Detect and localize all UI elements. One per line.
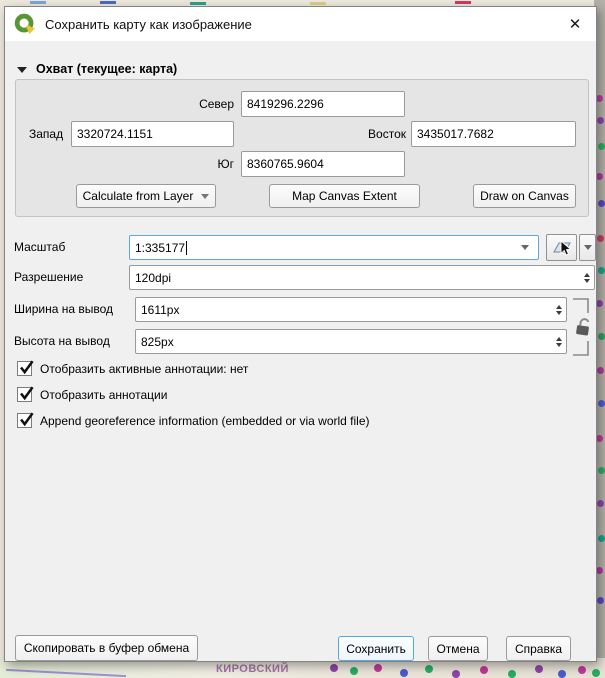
help-button[interactable]: Справка [506, 636, 571, 661]
east-input[interactable] [411, 121, 576, 147]
resolution-label: Разрешение [14, 265, 83, 290]
extent-header-label: Охват (текущее: карта) [36, 62, 177, 76]
east-label: Восток [335, 121, 406, 147]
scale-label: Масштаб [14, 235, 65, 260]
close-icon[interactable]: ✕ [554, 7, 596, 41]
south-input[interactable] [241, 151, 405, 177]
checkbox-label: Отобразить аннотации [40, 387, 167, 403]
text-caret [186, 241, 187, 255]
output-width-spinbox[interactable]: 1611px [135, 297, 567, 322]
scale-combobox[interactable]: 1:335177 [129, 235, 539, 260]
chevron-down-icon [584, 245, 592, 250]
checkbox-checked-icon[interactable] [17, 413, 32, 428]
map-canvas-extent-label: Map Canvas Extent [292, 189, 397, 203]
draw-on-canvas-label: Draw on Canvas [480, 189, 569, 203]
unlock-icon [576, 318, 590, 335]
checkbox-row-georeference[interactable]: Append georeference information (embedde… [17, 413, 370, 429]
north-input[interactable] [241, 91, 405, 117]
output-height-label: Высота на вывод [14, 329, 110, 354]
map-cursor-icon [551, 237, 573, 259]
checkbox-row-active-annotations[interactable]: Отобразить активные аннотации: нет [17, 361, 248, 377]
scale-options-dropdown-button[interactable] [579, 234, 596, 261]
extent-section-header[interactable]: Охват (текущее: карта) [17, 62, 177, 76]
checkbox-row-annotations[interactable]: Отобразить аннотации [17, 387, 167, 403]
cancel-button[interactable]: Отмена [428, 636, 488, 661]
cancel-label: Отмена [436, 642, 479, 656]
checkbox-checked-icon[interactable] [17, 361, 32, 376]
spin-buttons[interactable] [556, 298, 562, 321]
spin-up-icon [584, 273, 590, 277]
west-input[interactable] [71, 121, 234, 147]
lock-aspect-ratio-toggle[interactable] [571, 295, 597, 362]
south-label: Юг [155, 151, 234, 177]
draw-on-canvas-button[interactable]: Draw on Canvas [473, 184, 576, 208]
save-map-as-image-dialog: Сохранить карту как изображение ✕ Охват … [4, 6, 597, 662]
spin-up-icon [556, 305, 562, 309]
spin-buttons[interactable] [584, 266, 590, 289]
map-marker-dots [330, 664, 338, 672]
map-canvas-extent-button[interactable]: Map Canvas Extent [269, 184, 420, 208]
scale-dropdown-arrow[interactable] [516, 236, 534, 259]
qgis-logo-icon [14, 13, 36, 35]
spin-up-icon [556, 337, 562, 341]
output-height-value: 825px [141, 335, 174, 349]
set-scale-from-canvas-button[interactable] [546, 234, 577, 261]
map-district-label: КИРОВСКИЙ [216, 663, 289, 675]
collapse-arrow-icon [17, 67, 27, 73]
north-label: Север [135, 91, 234, 117]
calculate-from-layer-label: Calculate from Layer [83, 189, 194, 203]
resolution-spinbox[interactable]: 120dpi [129, 265, 595, 290]
output-width-label: Ширина на вывод [14, 297, 113, 322]
west-label: Запад [29, 121, 63, 147]
save-label: Сохранить [346, 642, 406, 656]
chevron-down-icon [201, 194, 209, 199]
spin-down-icon [556, 311, 562, 315]
copy-to-clipboard-label: Скопировать в буфер обмена [24, 641, 189, 655]
chevron-down-icon [521, 245, 529, 250]
checkbox-label: Append georeference information (embedde… [40, 413, 370, 429]
map-roads [30, 1, 46, 4]
output-width-value: 1611px [141, 303, 179, 317]
spin-down-icon [556, 343, 562, 347]
scale-value: 1:335177 [135, 241, 185, 255]
spin-buttons[interactable] [556, 330, 562, 353]
spin-down-icon [584, 279, 590, 283]
dialog-titlebar[interactable]: Сохранить карту как изображение [5, 7, 596, 41]
dialog-title: Сохранить карту как изображение [45, 17, 252, 32]
output-height-spinbox[interactable]: 825px [135, 329, 567, 354]
copy-to-clipboard-button[interactable]: Скопировать в буфер обмена [15, 635, 198, 661]
save-button[interactable]: Сохранить [338, 636, 414, 661]
checkbox-label: Отобразить активные аннотации: нет [40, 361, 248, 377]
map-marker-dots [596, 95, 603, 102]
resolution-value: 120dpi [135, 271, 171, 285]
calculate-from-layer-button[interactable]: Calculate from Layer [76, 184, 216, 208]
help-label: Справка [515, 642, 562, 656]
checkbox-checked-icon[interactable] [17, 387, 32, 402]
